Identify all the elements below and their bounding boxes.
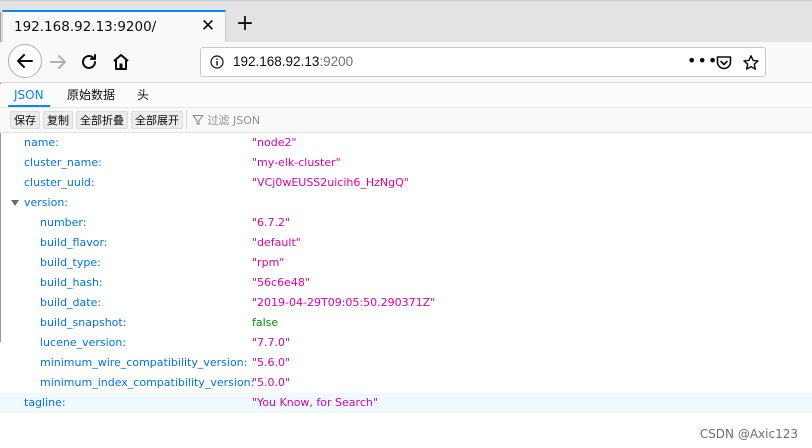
json-key: build_snapshot:	[40, 316, 127, 329]
json-key: lucene_version:	[40, 336, 127, 349]
reload-button[interactable]	[74, 47, 104, 77]
filter-json-input[interactable]: 过滤 JSON	[192, 112, 260, 130]
json-row[interactable]: cluster_uuid: "VCj0wEUSS2uicih6_HzNgQ"	[0, 173, 812, 193]
json-row[interactable]: name: "node2"	[0, 133, 812, 153]
json-value: false	[252, 316, 279, 329]
toolbar-divider	[186, 111, 187, 129]
json-key: cluster_name:	[24, 156, 102, 169]
json-value: "2019-04-29T09:05:50.290371Z"	[252, 296, 436, 309]
json-row[interactable]: build_hash: "56c6e48"	[0, 273, 812, 293]
tab-title: 192.168.92.13:9200/	[14, 19, 157, 35]
json-row[interactable]: build_type: "rpm"	[0, 253, 812, 273]
tab-headers[interactable]: 头	[131, 84, 155, 107]
url-text: 192.168.92.13:9200	[233, 54, 353, 69]
pocket-icon[interactable]	[715, 54, 733, 72]
json-value: "5.0.0"	[252, 376, 291, 389]
json-value: "56c6e48"	[252, 276, 310, 289]
json-row[interactable]: build_flavor: "default"	[0, 233, 812, 253]
expand-all-button[interactable]: 全部展开	[131, 111, 183, 129]
json-key: build_date:	[40, 296, 102, 309]
json-key: build_type:	[40, 256, 101, 269]
json-value: "my-elk-cluster"	[252, 156, 341, 169]
json-row[interactable]: minimum_wire_compatibility_version: "5.6…	[0, 353, 812, 373]
navigation-bar: 192.168.92.13:9200 •••	[0, 42, 812, 83]
filter-icon	[192, 114, 204, 126]
viewer-tabs: JSON 原始数据 头	[0, 84, 812, 108]
arrow-left-icon	[17, 54, 33, 68]
json-key: name:	[24, 136, 59, 149]
json-row[interactable]: build_snapshot: false	[0, 313, 812, 333]
filter-placeholder: 过滤 JSON	[207, 114, 261, 127]
json-value: "VCj0wEUSS2uicih6_HzNgQ"	[252, 176, 409, 189]
info-icon	[210, 55, 224, 69]
url-host: 192.168.92.13	[233, 54, 320, 69]
json-value: "node2"	[252, 136, 297, 149]
tab-strip: 192.168.92.13:9200/ ✕ +	[0, 0, 812, 43]
json-row[interactable]: build_date: "2019-04-29T09:05:50.290371Z…	[0, 293, 812, 313]
arrow-right-icon	[50, 55, 66, 69]
json-row-highlighted[interactable]: tagline: "You Know, for Search"	[0, 393, 812, 413]
json-key: build_hash:	[40, 276, 103, 289]
reload-icon	[82, 54, 96, 69]
page-actions-icon[interactable]: •••	[687, 51, 718, 70]
copy-button[interactable]: 复制	[43, 111, 73, 129]
json-value: "7.7.0"	[252, 336, 291, 349]
viewer-toolbar: 保存 复制 全部折叠 全部展开 过滤 JSON	[0, 108, 812, 133]
json-key: version:	[24, 196, 68, 209]
json-row[interactable]: minimum_index_compatibility_version: "5.…	[0, 373, 812, 393]
json-row[interactable]: lucene_version: "7.7.0"	[0, 333, 812, 353]
json-value: "default"	[252, 236, 301, 249]
watermark: CSDN @Axic123	[699, 427, 798, 441]
save-button[interactable]: 保存	[10, 111, 40, 129]
home-icon	[113, 54, 129, 70]
tab-json[interactable]: JSON	[8, 84, 50, 107]
home-button[interactable]	[106, 47, 136, 77]
json-key: number:	[40, 216, 87, 229]
json-key: tagline:	[24, 396, 66, 409]
json-key: build_flavor:	[40, 236, 108, 249]
json-value: "rpm"	[252, 256, 285, 269]
bookmark-star-icon[interactable]	[742, 54, 760, 72]
url-port: :9200	[319, 54, 354, 69]
json-row-version[interactable]: version:	[0, 193, 812, 213]
close-icon[interactable]: ✕	[199, 17, 217, 35]
forward-button[interactable]	[44, 47, 74, 77]
url-bar[interactable]: 192.168.92.13:9200 •••	[200, 47, 766, 77]
json-value: "5.6.0"	[252, 356, 291, 369]
tab-raw-data[interactable]: 原始数据	[61, 84, 121, 107]
collapse-all-button[interactable]: 全部折叠	[76, 111, 128, 129]
json-row[interactable]: cluster_name: "my-elk-cluster"	[0, 153, 812, 173]
expand-toggle-icon[interactable]	[11, 200, 19, 206]
json-key: minimum_wire_compatibility_version:	[40, 356, 248, 369]
json-value: "6.7.2"	[252, 216, 291, 229]
json-key: cluster_uuid:	[24, 176, 95, 189]
back-button[interactable]	[8, 44, 42, 78]
browser-tab[interactable]: 192.168.92.13:9200/ ✕	[2, 10, 226, 43]
json-key: minimum_index_compatibility_version:	[40, 376, 255, 389]
json-row[interactable]: number: "6.7.2"	[0, 213, 812, 233]
json-value: "You Know, for Search"	[252, 396, 378, 409]
new-tab-button[interactable]: +	[234, 13, 256, 35]
